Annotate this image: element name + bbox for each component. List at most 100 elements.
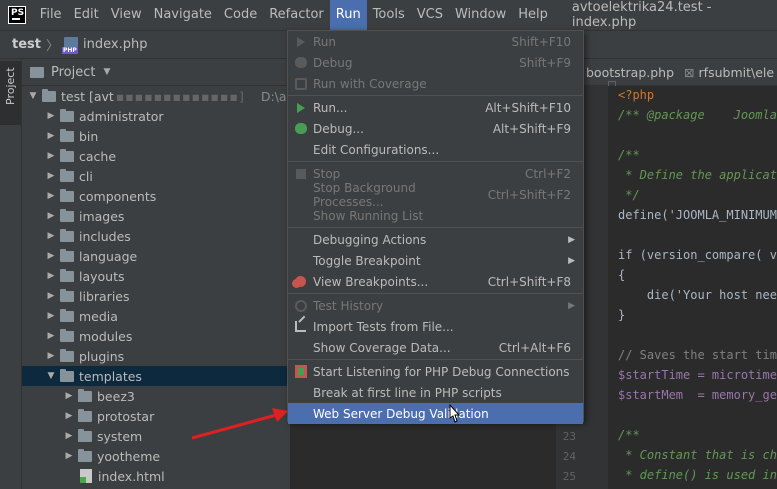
chevron-right-icon[interactable]: ▶ [44,231,58,241]
editor-tab-label: rfsubmit\ele [698,64,775,80]
tree-file-item[interactable]: index.html [22,466,290,486]
tree-item-label: system [97,428,143,444]
menu-item-stop-background-processes[interactable]: Stop Background Processes... Ctrl+Shift+F… [288,181,583,209]
menu-item-run[interactable]: Run... Alt+Shift+F10 [288,97,583,118]
chevron-right-icon[interactable]: ▶ [44,251,58,261]
menu-item-view-breakpoints[interactable]: View Breakpoints... Ctrl+Shift+F8 [288,271,583,292]
chevron-right-icon[interactable]: ▶ [62,411,76,421]
chevron-down-icon[interactable]: ▼ [103,67,110,77]
menu-code[interactable]: Code [218,0,263,30]
menu-item-label: Edit Configurations... [313,142,440,157]
tree-folder-item[interactable]: ▶ layouts [22,266,290,286]
menu-item-web-server-debug-validation[interactable]: Web Server Debug Validation [288,403,583,424]
chevron-down-icon[interactable]: ▼ [44,371,58,381]
menu-navigate[interactable]: Navigate [148,0,218,30]
menu-run[interactable]: Run [329,0,367,30]
chevron-right-icon[interactable]: ▶ [44,311,58,321]
menu-bar: PS File Edit View Navigate Code Refactor Run To… [0,0,777,30]
tree-folder-item[interactable]: ▶ cache [22,146,290,166]
line-number: 24 [562,450,576,463]
menu-tools[interactable]: Tools [367,0,411,30]
breadcrumb-file[interactable]: index.php [83,37,147,52]
menu-item-toggle-breakpoint[interactable]: Toggle Breakpoint ▶ [288,250,583,271]
menu-item-shortcut: Shift+F10 [511,34,571,49]
tree-folder-item[interactable]: ▶ libraries [22,286,290,306]
chevron-right-icon[interactable]: ▶ [62,451,76,461]
project-panel-title[interactable]: Project [51,65,95,80]
menu-item-run-with-coverage[interactable]: Run with Coverage [288,73,583,94]
tree-folder-item[interactable]: ▶ plugins [22,346,290,366]
tree-folder-item[interactable]: ▶ yootheme [22,446,290,466]
menu-item-import-tests-from-file[interactable]: Import Tests from File... [288,316,583,337]
tree-item-label: beez3 [97,388,135,404]
folder-icon [42,88,56,102]
menu-item-show-coverage-data[interactable]: Show Coverage Data... Ctrl+Alt+F6 [288,337,583,358]
folder-icon [60,308,74,322]
expand-arrow-icon[interactable]: ▼ [26,91,40,101]
stop-icon [295,168,306,179]
menu-item-label: Show Coverage Data... [313,340,451,355]
submenu-arrow-icon: ▶ [568,300,575,311]
tree-item-label: cli [79,168,93,184]
menu-help[interactable]: Help [512,0,554,30]
chevron-right-icon[interactable]: ▶ [44,171,58,181]
tree-folder-item[interactable]: ▶ media [22,306,290,326]
chevron-right-icon[interactable]: ▶ [44,351,58,361]
breadcrumb-project[interactable]: test [12,37,41,52]
tree-folder-item[interactable]: ▶ administrator [22,106,290,126]
tree-folder-item[interactable]: ▶ components [22,186,290,206]
close-tab-icon[interactable]: ⊠ [684,65,694,80]
tree-item-label: layouts [79,268,125,284]
tree-item-label: bin [79,128,99,144]
tree-folder-item[interactable]: ▶ bin [22,126,290,146]
project-tool-tab[interactable]: Project [0,61,21,125]
chevron-right-icon[interactable]: ▶ [44,151,58,161]
menu-item-debugging-actions[interactable]: Debugging Actions ▶ [288,229,583,250]
submenu-arrow-icon: ▶ [568,234,575,245]
folder-icon [78,408,92,422]
editor-tab[interactable]: ⊠ rfsubmit\ele [682,65,777,80]
menu-item-label: Debugging Actions [313,232,427,247]
menu-item-run[interactable]: Run Shift+F10 [288,31,583,52]
chevron-right-icon[interactable]: ▶ [44,131,58,141]
code-line: $startMem = memory_get [618,388,777,402]
menu-vcs[interactable]: VCS [411,0,449,30]
menu-item-show-running-list[interactable]: Show Running List [288,205,583,226]
menu-item-icon-slot [288,123,313,134]
menu-view[interactable]: View [105,0,148,30]
editor-tab[interactable]: bootstrap.php [584,65,682,80]
tree-folder-item[interactable]: ▶ language [22,246,290,266]
menu-item-debug[interactable]: Debug... Alt+Shift+F9 [288,118,583,139]
tree-item-label: protostar [97,408,155,424]
chevron-right-icon[interactable]: ▶ [44,111,58,121]
tree-folder-item[interactable]: ▶ modules [22,326,290,346]
menu-item-edit-configurations[interactable]: Edit Configurations... [288,139,583,160]
menu-item-debug[interactable]: Debug Shift+F9 [288,52,583,73]
chevron-right-icon[interactable]: ▶ [44,331,58,341]
chevron-right-icon[interactable]: ▶ [44,211,58,221]
run-icon [296,36,305,47]
chevron-right-icon[interactable]: ▶ [62,431,76,441]
menu-file[interactable]: File [34,0,68,30]
code-line: /** @package Joomla. [618,108,777,122]
tree-folder-item[interactable]: ▶ images [22,206,290,226]
tree-root[interactable]: ▼ test [avt ▪▪▪▪▪▪▪▪▪▪▪▪▪] D:\a ▪▪▪▪▪▪▪▪… [22,86,290,106]
menu-window[interactable]: Window [449,0,512,30]
chevron-right-icon[interactable]: ▶ [44,191,58,201]
menu-refactor[interactable]: Refactor [263,0,330,30]
chevron-right-icon[interactable]: ▶ [44,291,58,301]
menu-item-label: Run [313,34,337,49]
menu-item-test-history[interactable]: Test History ▶ [288,295,583,316]
tree-folder-item[interactable]: ▶ cli [22,166,290,186]
tree-item-label: media [79,308,118,324]
chevron-right-icon[interactable]: ▶ [44,271,58,281]
menu-item-start-listening-for-php-debug-connections[interactable]: Start Listening for PHP Debug Connection… [288,361,583,382]
folder-icon [60,188,74,202]
chevron-right-icon[interactable]: ▶ [62,391,76,401]
tree-folder-item[interactable]: ▼ templates [22,366,290,386]
menu-item-break-at-first-line-in-php-scripts[interactable]: Break at first line in PHP scripts [288,382,583,403]
tree-folder-item[interactable]: ▶ includes [22,226,290,246]
menu-edit[interactable]: Edit [68,0,105,30]
code-editor[interactable]: <?php /** @package Joomla. /** * Define th… [608,86,777,489]
menu-item-icon-slot [288,77,313,90]
